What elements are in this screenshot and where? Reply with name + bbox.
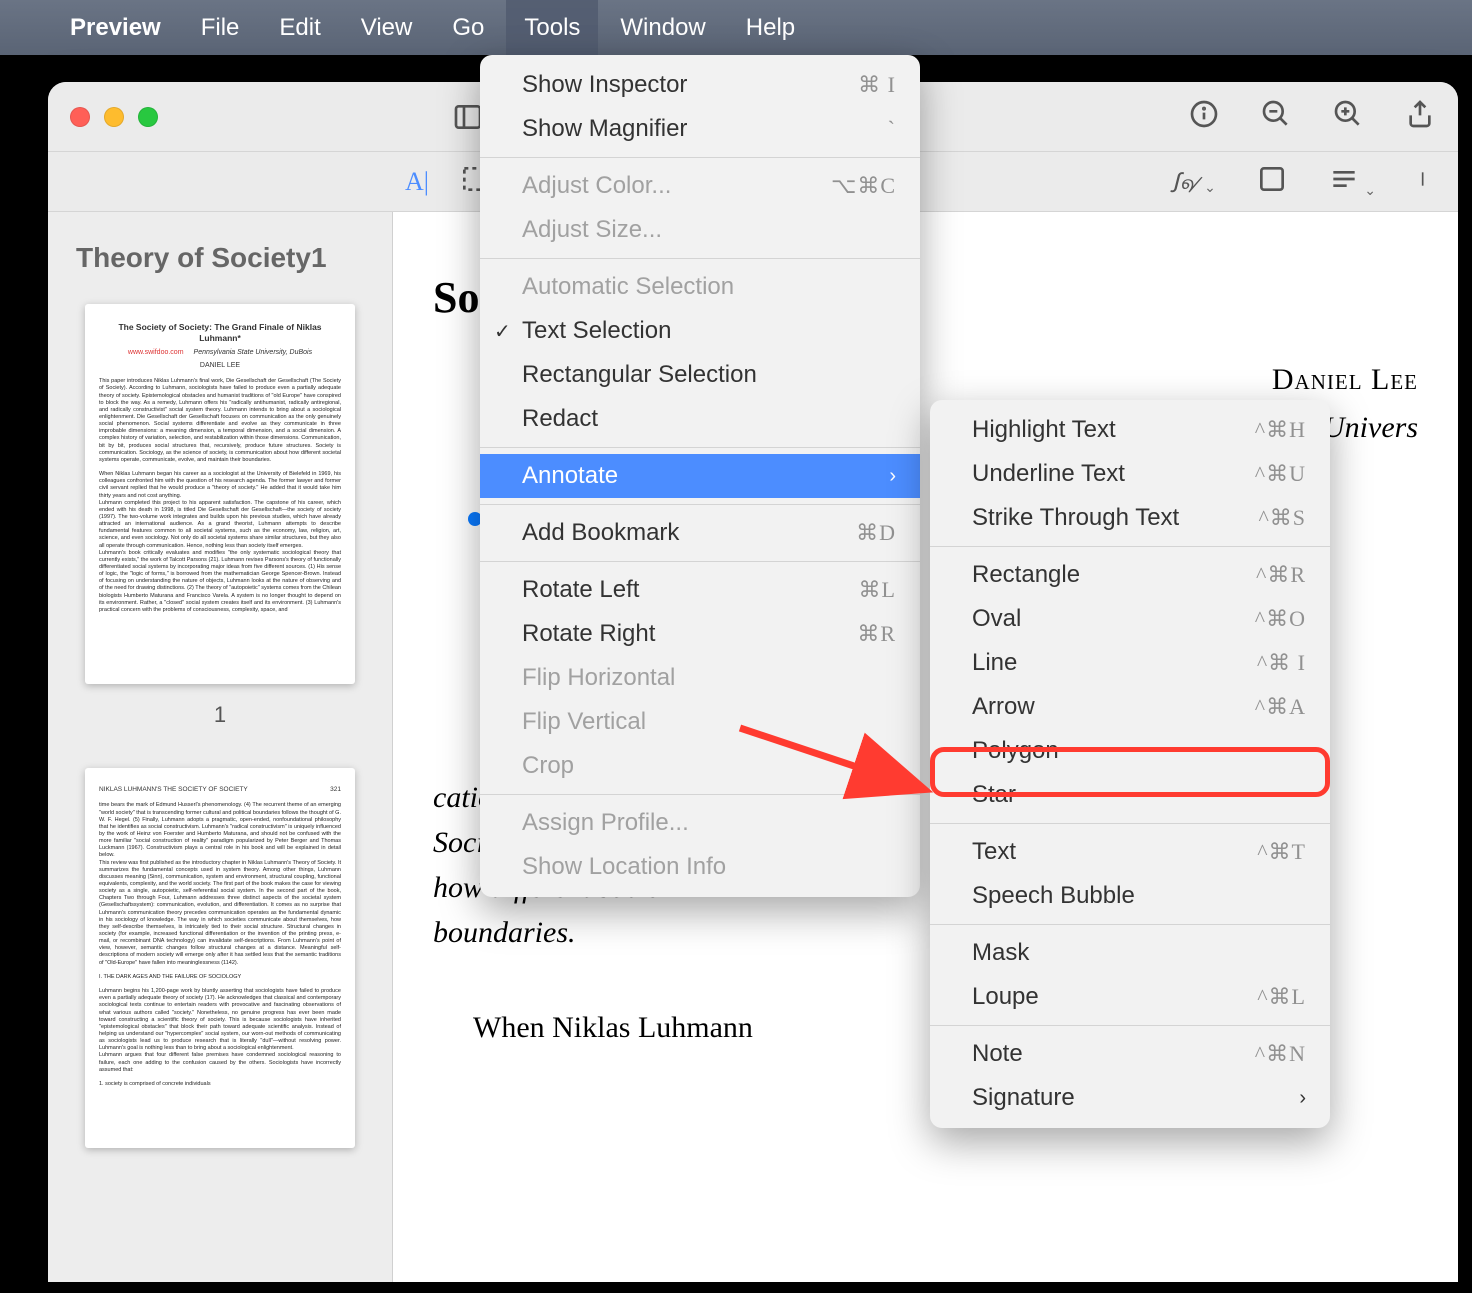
menu-rotate-left[interactable]: Rotate Left⌘L (480, 568, 920, 612)
signature-button[interactable]: ꭍ୶ ⌄ (1170, 164, 1216, 200)
menu-show-inspector[interactable]: Show Inspector⌘ I (480, 63, 920, 107)
menubar-help[interactable]: Help (746, 14, 795, 42)
menu-assign-profile: Assign Profile... (480, 801, 920, 845)
menu-crop: Crop⌘K (480, 744, 920, 788)
zoom-in-icon (1332, 98, 1364, 130)
share-button[interactable] (1404, 98, 1436, 135)
zoom-out-icon (1260, 98, 1292, 130)
chevron-right-icon: › (889, 465, 896, 488)
menu-line[interactable]: Line^⌘ I (930, 641, 1330, 685)
thumb-body-text: This paper introduces Niklas Luhmann's f… (99, 378, 341, 614)
info-button[interactable] (1188, 98, 1220, 135)
text-style-button[interactable]: A| (405, 167, 429, 197)
menu-arrow[interactable]: Arrow^⌘A (930, 685, 1330, 729)
menu-star[interactable]: Star (930, 773, 1330, 817)
menu-signature[interactable]: Signature› (930, 1076, 1330, 1120)
menu-separator (930, 924, 1330, 925)
info-icon (1188, 98, 1220, 130)
menu-automatic-selection: Automatic Selection (480, 265, 920, 309)
thumbnails-sidebar: Theory of Society1 The Society of Societ… (48, 212, 393, 1282)
menu-separator (930, 1025, 1330, 1026)
menubar-edit[interactable]: Edit (279, 14, 320, 42)
list-icon (1328, 163, 1360, 195)
thumb-title: The Society of Society: The Grand Finale… (99, 322, 341, 344)
menu-flip-horizontal: Flip Horizontal (480, 656, 920, 700)
menu-underline-text[interactable]: Underline Text^⌘U (930, 452, 1330, 496)
menu-separator (480, 447, 920, 448)
menubar-view[interactable]: View (361, 14, 413, 42)
shape-style-button[interactable] (1256, 163, 1288, 200)
fullscreen-window-button[interactable] (138, 107, 158, 127)
zoom-out-button[interactable] (1260, 98, 1292, 135)
chevron-down-icon: ⌄ (1204, 179, 1216, 195)
thumb2-header-right: 321 (330, 786, 341, 794)
menu-separator (480, 504, 920, 505)
menu-show-location-info: Show Location Info (480, 845, 920, 889)
menu-separator (480, 561, 920, 562)
tools-menu: Show Inspector⌘ I Show Magnifier` Adjust… (480, 55, 920, 897)
bracket-icon (1416, 163, 1436, 195)
signature-icon: ꭍ୶ (1170, 169, 1200, 198)
menu-adjust-size: Adjust Size... (480, 208, 920, 252)
menu-mask[interactable]: Mask (930, 931, 1330, 975)
close-window-button[interactable] (70, 107, 90, 127)
menu-annotate[interactable]: Annotate› (480, 454, 920, 498)
menu-redact[interactable]: Redact (480, 397, 920, 441)
thumbnail-page-2[interactable]: NIKLAS LUHMANN'S THE SOCIETY OF SOCIETY … (85, 768, 355, 1148)
chevron-right-icon: › (1299, 1087, 1306, 1110)
menubar-go[interactable]: Go (452, 14, 484, 42)
menu-rectangular-selection[interactable]: Rectangular Selection (480, 353, 920, 397)
menu-loupe[interactable]: Loupe^⌘L (930, 975, 1330, 1019)
menu-separator (480, 258, 920, 259)
menu-note[interactable]: Note^⌘N (930, 1032, 1330, 1076)
menu-flip-vertical: Flip Vertical (480, 700, 920, 744)
menu-separator (480, 794, 920, 795)
zoom-in-button[interactable] (1332, 98, 1364, 135)
sidebar-title: Theory of Society1 (76, 242, 364, 274)
menu-oval[interactable]: Oval^⌘O (930, 597, 1330, 641)
menu-strike-text[interactable]: Strike Through Text^⌘S (930, 496, 1330, 540)
menu-polygon[interactable]: Polygon (930, 729, 1330, 773)
thumb-body-text: time bears the mark of Edmund Husserl's … (99, 802, 341, 1088)
chevron-down-icon: ⌄ (1364, 182, 1376, 198)
menubar-tools[interactable]: Tools (506, 0, 598, 56)
menu-show-magnifier[interactable]: Show Magnifier` (480, 107, 920, 151)
menu-text-selection[interactable]: ✓Text Selection (480, 309, 920, 353)
menubar: Preview File Edit View Go Tools Window H… (0, 0, 1472, 55)
annotate-submenu: Highlight Text^⌘H Underline Text^⌘U Stri… (930, 400, 1330, 1128)
menu-speech-bubble[interactable]: Speech Bubble (930, 874, 1330, 918)
traffic-lights (70, 107, 158, 127)
minimize-window-button[interactable] (104, 107, 124, 127)
menu-separator (930, 823, 1330, 824)
menubar-app[interactable]: Preview (70, 14, 161, 42)
thumb2-header-left: NIKLAS LUHMANN'S THE SOCIETY OF SOCIETY (99, 786, 248, 794)
thumbnail-page-1[interactable]: The Society of Society: The Grand Finale… (85, 304, 355, 684)
thumb-author: DANIEL LEE (99, 361, 341, 370)
checkmark-icon: ✓ (494, 319, 511, 344)
more-button[interactable] (1416, 163, 1436, 200)
page-number-1: 1 (76, 702, 364, 728)
menu-adjust-color: Adjust Color...⌥⌘C (480, 164, 920, 208)
square-icon (1256, 163, 1288, 195)
menu-highlight-text[interactable]: Highlight Text^⌘H (930, 408, 1330, 452)
menubar-file[interactable]: File (201, 14, 240, 42)
menu-separator (480, 157, 920, 158)
thumb-affil: Pennsylvania State University, DuBois (194, 348, 313, 357)
share-icon (1404, 98, 1436, 130)
menu-separator (930, 546, 1330, 547)
menu-text[interactable]: Text^⌘T (930, 830, 1330, 874)
menu-add-bookmark[interactable]: Add Bookmark⌘D (480, 511, 920, 555)
thumb-url: www.swifdoo.com (128, 348, 184, 357)
menu-rectangle[interactable]: Rectangle^⌘R (930, 553, 1330, 597)
description-button[interactable]: ⌄ (1328, 163, 1376, 200)
menubar-window[interactable]: Window (620, 14, 705, 42)
menu-rotate-right[interactable]: Rotate Right⌘R (480, 612, 920, 656)
